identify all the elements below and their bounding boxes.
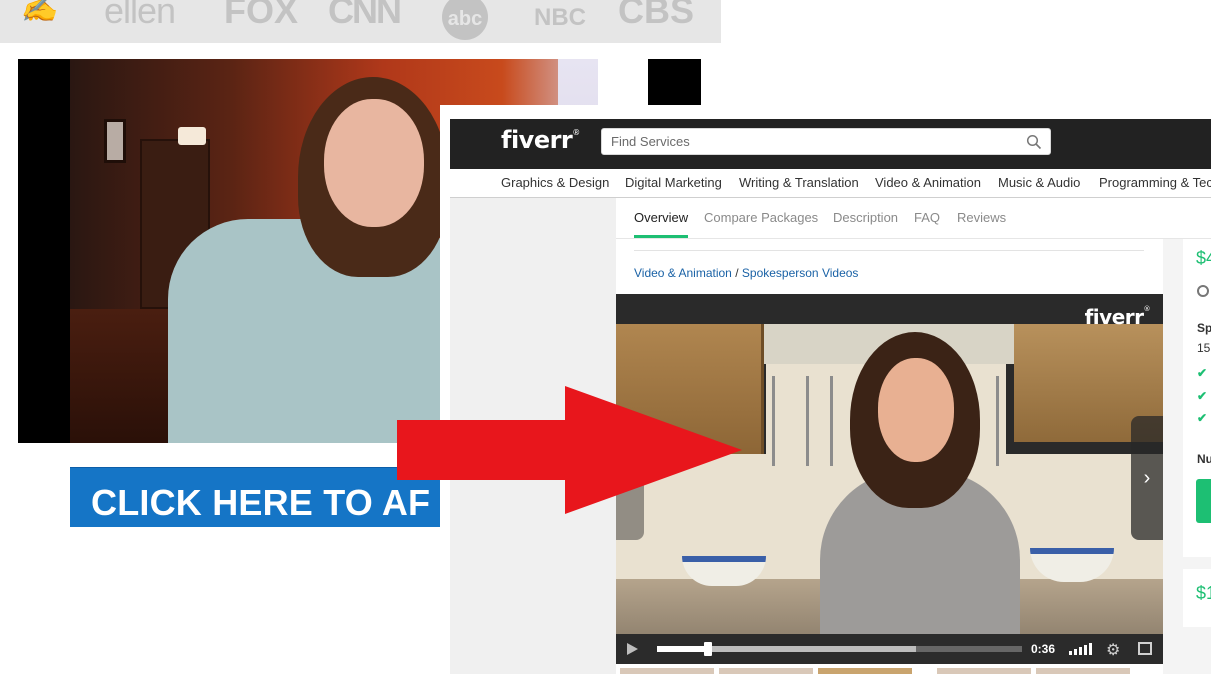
arrow-right-icon xyxy=(397,386,742,514)
video-thumbnail[interactable] xyxy=(818,668,912,674)
video-scrub-handle[interactable] xyxy=(704,642,713,656)
logo-abc: abc xyxy=(442,0,488,40)
breadcrumb-parent[interactable]: Video & Animation xyxy=(634,266,732,280)
category-video-animation[interactable]: Video & Animation xyxy=(875,175,981,190)
category-digital-marketing[interactable]: Digital Marketing xyxy=(625,175,722,190)
breadcrumb-current[interactable]: Spokesperson Videos xyxy=(742,266,859,280)
tab-description[interactable]: Description xyxy=(833,210,898,235)
check-icon: ✔ xyxy=(1197,366,1208,380)
fullscreen-icon[interactable] xyxy=(1138,642,1152,655)
video-thumbnails xyxy=(620,668,1160,674)
play-icon[interactable] xyxy=(627,643,638,655)
search-input[interactable] xyxy=(602,129,1012,154)
signature-logo: ✍ xyxy=(20,0,58,25)
video-lamp xyxy=(178,127,206,145)
video-utensil xyxy=(830,376,833,466)
video-time: 0:36 xyxy=(1031,642,1056,656)
video-watermark-text: fiverr xyxy=(1084,305,1144,329)
package-price-secondary: $1 xyxy=(1196,583,1211,603)
fiverr-logo[interactable]: fiverr® xyxy=(501,126,580,154)
tab-compare-packages[interactable]: Compare Packages xyxy=(704,210,818,235)
search-icon[interactable] xyxy=(1026,134,1042,150)
package-title: Sp xyxy=(1197,321,1211,335)
video-utensil xyxy=(772,376,775,466)
breadcrumb-separator: / xyxy=(735,266,739,280)
video-progress-played xyxy=(657,646,709,652)
fiverr-header: fiverr® xyxy=(450,119,1211,169)
video-utensil xyxy=(806,376,809,466)
video-watermark: fiverr® xyxy=(1084,305,1151,329)
video-thumbnail[interactable] xyxy=(1036,668,1130,674)
video-speaker-face xyxy=(324,99,424,227)
press-logo-strip: ✍ ellen FOX CNN abc NBC CBS xyxy=(0,0,721,43)
fiverr-logo-text: fiverr xyxy=(501,126,573,154)
logo-cbs: CBS xyxy=(618,0,695,31)
registered-mark: ® xyxy=(572,128,580,137)
logo-nbc: NBC xyxy=(534,4,586,31)
screenshot-stage: ✍ ellen FOX CNN abc NBC CBS CLICK HERE T… xyxy=(0,0,1211,674)
category-music-audio[interactable]: Music & Audio xyxy=(998,175,1080,190)
chevron-right-icon[interactable]: › xyxy=(1131,416,1163,540)
tab-reviews[interactable]: Reviews xyxy=(957,210,1006,235)
video-thumbnail[interactable] xyxy=(937,668,1031,674)
category-writing-translation[interactable]: Writing & Translation xyxy=(739,175,859,190)
video-wall-frame xyxy=(104,119,126,163)
package-card: $4 Sp 15 ✔ ✔ ✔ Nu xyxy=(1183,239,1211,557)
panel-divider xyxy=(634,250,1144,251)
video-watermark-mark: ® xyxy=(1143,305,1151,313)
video-progress-track[interactable] xyxy=(657,642,1022,656)
video-presenter-face xyxy=(878,358,954,462)
continue-button[interactable] xyxy=(1196,479,1211,523)
black-block xyxy=(648,59,701,105)
package-number-label: Nu xyxy=(1197,452,1211,466)
tab-faq[interactable]: FAQ xyxy=(914,210,940,235)
logo-fox: FOX xyxy=(224,0,299,31)
logo-cnn: CNN xyxy=(328,0,402,31)
volume-icon[interactable] xyxy=(1069,643,1093,655)
search-box[interactable] xyxy=(601,128,1051,155)
category-programming-tech[interactable]: Programming & Tech xyxy=(1099,175,1211,190)
package-price: $4 xyxy=(1196,248,1211,268)
package-card-secondary: $1 xyxy=(1183,569,1211,627)
tab-overview[interactable]: Overview xyxy=(634,210,689,238)
category-graphics-design[interactable]: Graphics & Design xyxy=(501,175,609,190)
gig-tabs: Overview Compare Packages Description FA… xyxy=(616,198,1211,239)
video-letterbox xyxy=(18,59,70,443)
package-subtitle: 15 xyxy=(1197,341,1211,355)
clock-icon xyxy=(1197,285,1209,297)
logo-ellen: ellen xyxy=(104,0,176,31)
video-utensil xyxy=(996,376,999,466)
breadcrumb: Video & Animation / Spokesperson Videos xyxy=(634,266,858,280)
video-thumbnail[interactable] xyxy=(719,668,813,674)
video-controls: 0:36 ⚙ xyxy=(616,634,1163,664)
check-icon: ✔ xyxy=(1197,389,1208,403)
check-icon: ✔ xyxy=(1197,411,1208,425)
category-nav: Graphics & Design Digital Marketing Writ… xyxy=(450,169,1211,198)
gear-icon[interactable]: ⚙ xyxy=(1106,640,1120,660)
video-thumbnail[interactable] xyxy=(620,668,714,674)
